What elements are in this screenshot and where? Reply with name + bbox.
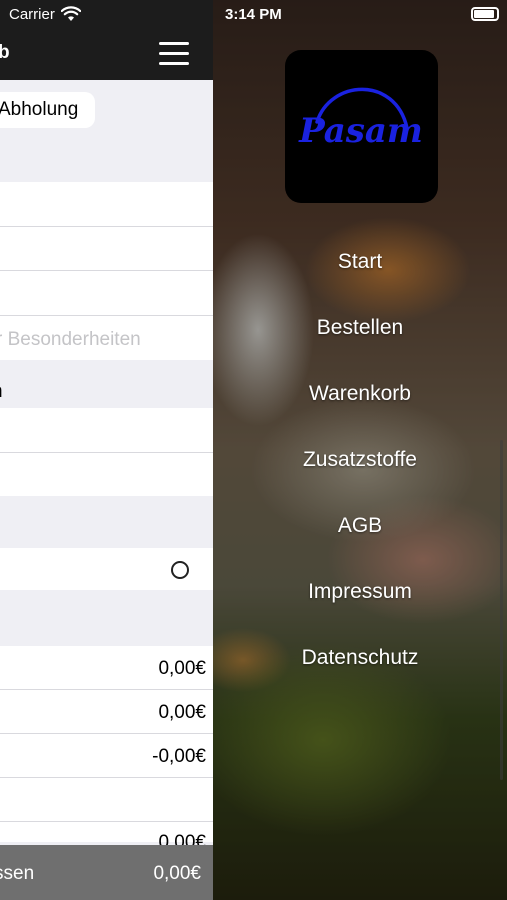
menu-toggle-button[interactable]	[159, 42, 189, 66]
carrier-label: Carrier	[9, 6, 55, 23]
logo-text: Pasam	[298, 111, 423, 151]
notes-field[interactable]: r Besonderheiten	[0, 329, 141, 351]
hamburger-icon	[159, 42, 189, 45]
price-value: 0,00€	[158, 658, 206, 679]
section-label: n	[0, 381, 3, 403]
menu-item-agb[interactable]: AGB	[213, 504, 507, 548]
status-bar: Carrier	[0, 0, 213, 30]
menu-item-warenkorb[interactable]: Warenkorb	[213, 372, 507, 416]
page-title: b	[0, 42, 10, 63]
side-menu: 3:14 PM Pasam Start Bestellen Warenkorb …	[213, 0, 507, 900]
menu-item-bestellen[interactable]: Bestellen	[213, 306, 507, 350]
price-value: -0,00€	[152, 746, 206, 767]
checkout-bar[interactable]: ssen 0,00€	[0, 845, 213, 900]
battery-icon	[471, 7, 499, 21]
radio-button[interactable]	[171, 561, 189, 579]
menu-item-datenschutz[interactable]: Datenschutz	[213, 636, 507, 680]
nav-bar: b	[0, 30, 213, 80]
pasam-logo: Pasam	[285, 50, 438, 203]
delivery-option-button[interactable]: Abholung	[0, 92, 95, 128]
wifi-icon	[61, 6, 81, 21]
menu-item-start[interactable]: Start	[213, 240, 507, 284]
menu-item-zusatzstoffe[interactable]: Zusatzstoffe	[213, 438, 507, 482]
price-value: 0,00€	[158, 702, 206, 723]
checkout-total: 0,00€	[153, 863, 201, 884]
scrollbar[interactable]	[500, 440, 503, 780]
menu-item-impressum[interactable]: Impressum	[213, 570, 507, 614]
cart-screen: Carrier b Abholung r Besonderheiten n 0,…	[0, 0, 213, 900]
status-time: 3:14 PM	[225, 6, 282, 23]
checkout-label: ssen	[0, 863, 35, 884]
